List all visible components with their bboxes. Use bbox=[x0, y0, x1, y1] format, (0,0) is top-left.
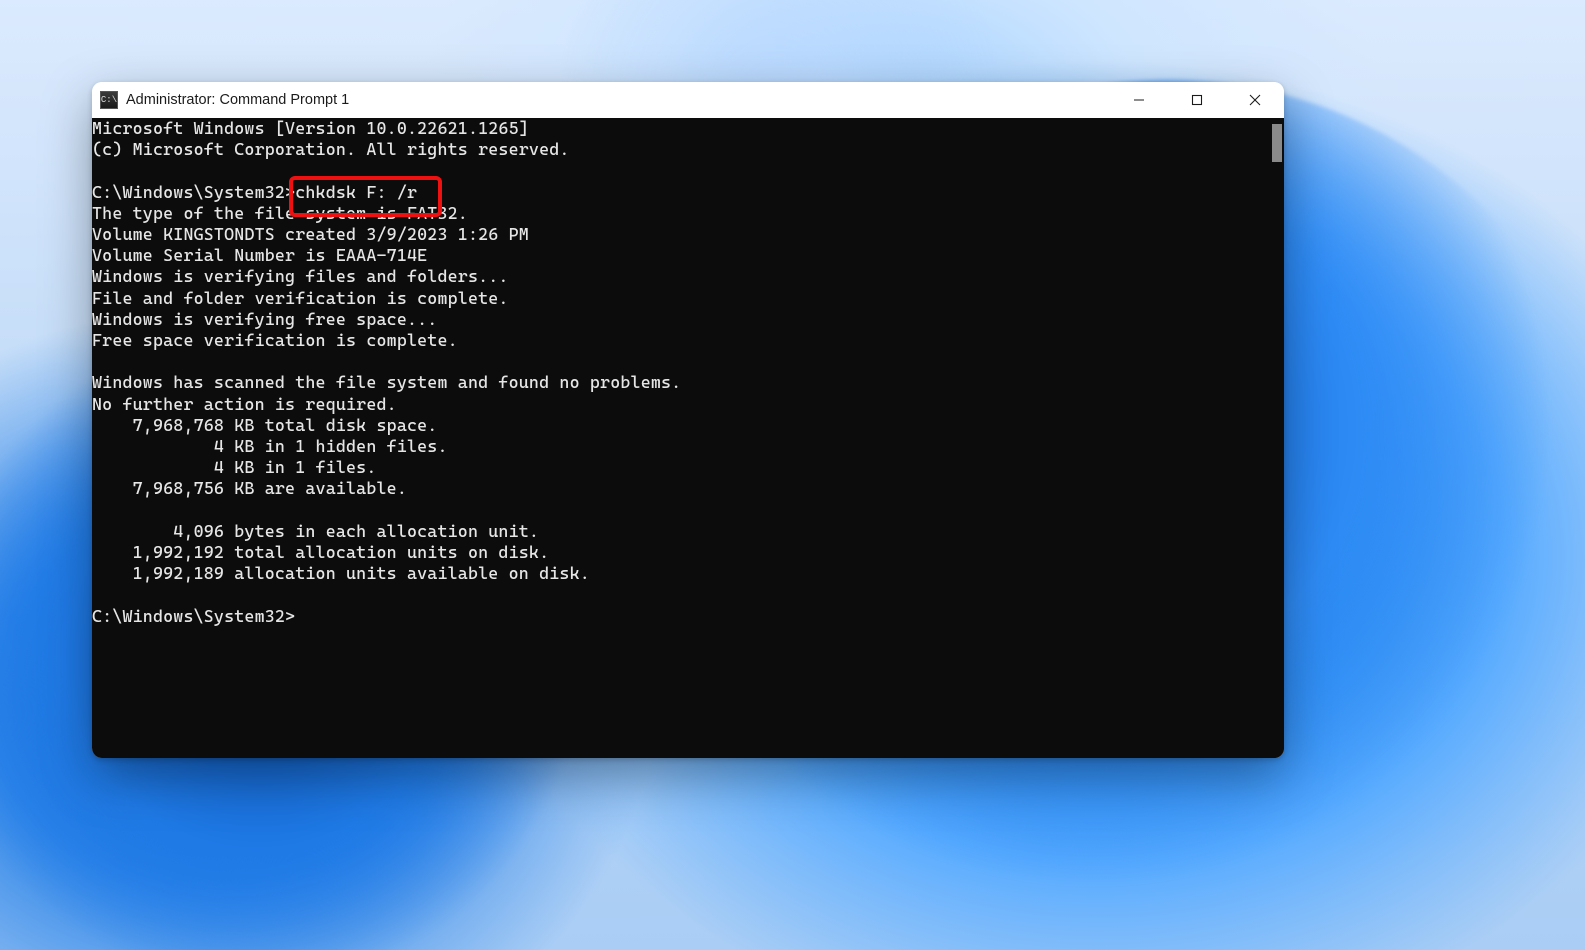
terminal-line: 4,096 bytes in each allocation unit. bbox=[92, 521, 1266, 542]
close-button[interactable] bbox=[1226, 82, 1284, 118]
cmd-app-icon: C:\ bbox=[100, 91, 118, 109]
terminal-line bbox=[92, 351, 1266, 372]
command-prompt-window: C:\ Administrator: Command Prompt 1 Micr… bbox=[92, 82, 1284, 758]
scrollbar[interactable] bbox=[1268, 118, 1284, 758]
terminal-line: C:\Windows\System32>chkdsk F: /r bbox=[92, 182, 1266, 203]
terminal-line: 1,992,189 allocation units available on … bbox=[92, 563, 1266, 584]
terminal-line bbox=[92, 500, 1266, 521]
minimize-icon bbox=[1133, 94, 1145, 106]
terminal-line: The type of the file system is FAT32. bbox=[92, 203, 1266, 224]
terminal-line bbox=[92, 584, 1266, 605]
terminal-line: C:\Windows\System32> bbox=[92, 606, 1266, 627]
terminal-line: 4 KB in 1 hidden files. bbox=[92, 436, 1266, 457]
cmd-app-icon-label: C:\ bbox=[101, 96, 117, 105]
minimize-button[interactable] bbox=[1110, 82, 1168, 118]
terminal-line: Volume Serial Number is EAAA-714E bbox=[92, 245, 1266, 266]
desktop-background: C:\ Administrator: Command Prompt 1 Micr… bbox=[0, 0, 1585, 950]
terminal-line: 1,992,192 total allocation units on disk… bbox=[92, 542, 1266, 563]
terminal-line: 4 KB in 1 files. bbox=[92, 457, 1266, 478]
terminal-line bbox=[92, 160, 1266, 181]
terminal-line: No further action is required. bbox=[92, 394, 1266, 415]
terminal-area[interactable]: Microsoft Windows [Version 10.0.22621.12… bbox=[92, 118, 1284, 758]
terminal-line: Windows is verifying files and folders..… bbox=[92, 266, 1266, 287]
terminal-output: Microsoft Windows [Version 10.0.22621.12… bbox=[92, 118, 1284, 627]
terminal-line: File and folder verification is complete… bbox=[92, 288, 1266, 309]
window-controls bbox=[1110, 82, 1284, 118]
terminal-line: Volume KINGSTONDTS created 3/9/2023 1:26… bbox=[92, 224, 1266, 245]
terminal-line: 7,968,768 KB total disk space. bbox=[92, 415, 1266, 436]
terminal-line: Windows has scanned the file system and … bbox=[92, 372, 1266, 393]
terminal-line: Windows is verifying free space... bbox=[92, 309, 1266, 330]
titlebar[interactable]: C:\ Administrator: Command Prompt 1 bbox=[92, 82, 1284, 118]
terminal-line: Free space verification is complete. bbox=[92, 330, 1266, 351]
scrollbar-thumb[interactable] bbox=[1272, 124, 1282, 162]
terminal-line: (c) Microsoft Corporation. All rights re… bbox=[92, 139, 1266, 160]
maximize-button[interactable] bbox=[1168, 82, 1226, 118]
maximize-icon bbox=[1191, 94, 1203, 106]
close-icon bbox=[1249, 94, 1261, 106]
terminal-line: 7,968,756 KB are available. bbox=[92, 478, 1266, 499]
terminal-line: Microsoft Windows [Version 10.0.22621.12… bbox=[92, 118, 1266, 139]
window-title: Administrator: Command Prompt 1 bbox=[126, 92, 349, 108]
